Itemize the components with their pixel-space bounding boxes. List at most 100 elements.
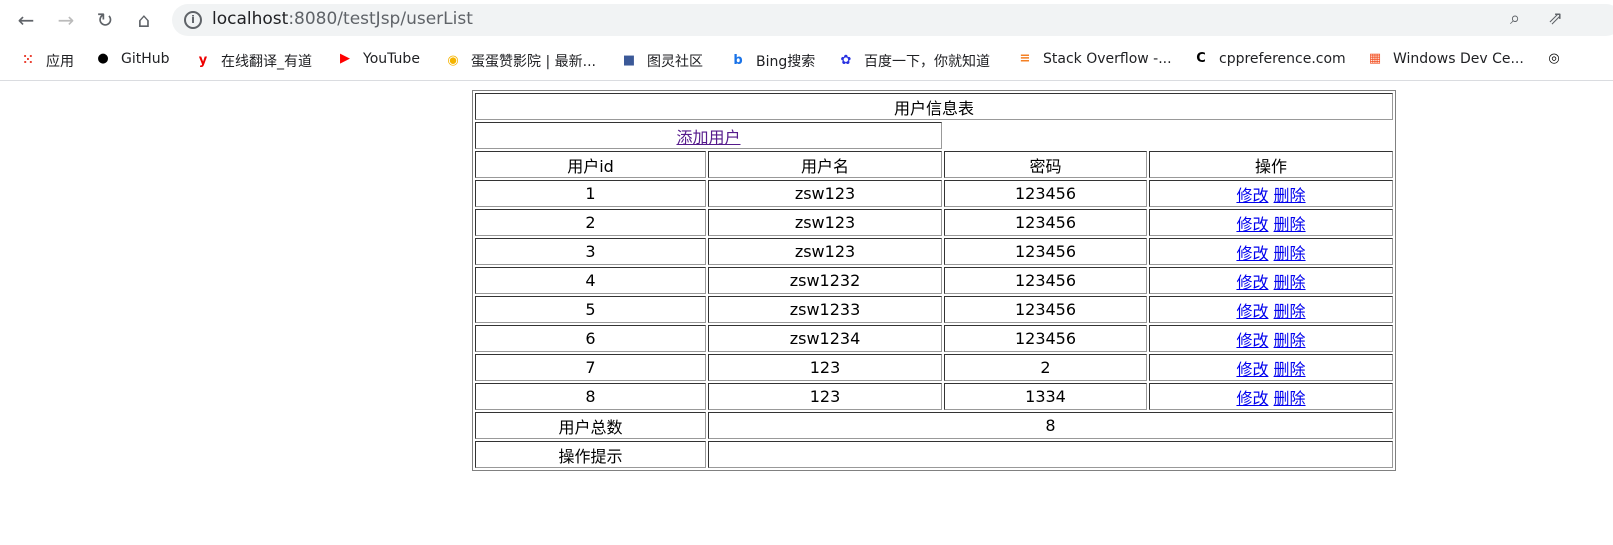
- bookmark-item[interactable]: ▦ Windows Dev Ce...: [1367, 51, 1524, 67]
- globe-icon: ◎: [1548, 51, 1560, 66]
- bookmark-label: 在线翻译_有道: [221, 54, 312, 70]
- youdao-icon: y: [198, 53, 208, 68]
- delete-link[interactable]: 删除: [1274, 331, 1306, 350]
- table-row: 7 123 2 修改 删除: [475, 354, 1393, 381]
- bookmark-item[interactable]: ● GitHub: [95, 51, 170, 67]
- delete-link[interactable]: 删除: [1274, 215, 1306, 234]
- apps-grid-icon: ⁙: [22, 53, 34, 68]
- back-icon[interactable]: ←: [14, 8, 38, 32]
- bookmark-item[interactable]: ⁙ 应用: [20, 51, 74, 71]
- bookmark-label: cppreference.com: [1219, 51, 1346, 67]
- edit-link[interactable]: 修改: [1236, 302, 1268, 321]
- delete-link[interactable]: 删除: [1274, 360, 1306, 379]
- delete-link[interactable]: 删除: [1274, 244, 1306, 263]
- header-password: 密码: [944, 151, 1147, 178]
- edit-link[interactable]: 修改: [1236, 331, 1268, 350]
- info-icon[interactable]: i: [184, 11, 202, 29]
- bookmark-label: 图灵社区: [647, 54, 703, 70]
- youtube-icon: ▶: [340, 51, 350, 66]
- baidu-icon: ✿: [840, 53, 852, 68]
- cell-id: 2: [475, 209, 706, 236]
- cell-id: 7: [475, 354, 706, 381]
- bookmark-item[interactable]: b Bing搜索: [730, 51, 815, 71]
- cell-actions: 修改 删除: [1149, 209, 1393, 236]
- cell-actions: 修改 删除: [1149, 383, 1393, 410]
- home-icon[interactable]: ⌂: [132, 8, 156, 32]
- edit-link[interactable]: 修改: [1236, 215, 1268, 234]
- cell-id: 1: [475, 180, 706, 207]
- egg-icon: ◉: [447, 53, 459, 68]
- delete-link[interactable]: 删除: [1274, 186, 1306, 205]
- edit-link[interactable]: 修改: [1236, 244, 1268, 263]
- tip-value: [708, 441, 1393, 468]
- table-title: 用户信息表: [475, 93, 1393, 120]
- total-label: 用户总数: [475, 412, 706, 439]
- bookmark-item[interactable]: ◎: [1546, 51, 1572, 67]
- cppreference-icon: C: [1196, 51, 1206, 66]
- edit-link[interactable]: 修改: [1236, 389, 1268, 408]
- cell-password: 123456: [944, 209, 1147, 236]
- bookmark-item[interactable]: ■ 图灵社区: [621, 51, 703, 71]
- reload-icon[interactable]: ↻: [93, 8, 117, 32]
- address-bar[interactable]: i localhost:8080/testJsp/userList: [172, 4, 1613, 36]
- cell-id: 5: [475, 296, 706, 323]
- cell-name: 123: [708, 383, 942, 410]
- zoom-icon[interactable]: ⌕: [1510, 8, 1520, 29]
- cell-id: 3: [475, 238, 706, 265]
- cell-password: 2: [944, 354, 1147, 381]
- user-info-table: 用户信息表 添加用户 用户id 用户名 密码 操作 1 zsw123 123456 修…: [472, 90, 1396, 471]
- cell-id: 6: [475, 325, 706, 352]
- turing-icon: ■: [622, 53, 636, 68]
- bookmark-item[interactable]: ✿ 百度一下，你就知道: [838, 51, 990, 71]
- bookmark-item[interactable]: Ccppreference.com: [1193, 51, 1346, 67]
- add-user-link[interactable]: 添加用户: [676, 128, 740, 147]
- bookmark-label: Windows Dev Ce...: [1393, 51, 1524, 67]
- cell-actions: 修改 删除: [1149, 354, 1393, 381]
- edit-link[interactable]: 修改: [1236, 360, 1268, 379]
- cell-name: zsw1234: [708, 325, 942, 352]
- cell-name: zsw123: [708, 180, 942, 207]
- cell-id: 4: [475, 267, 706, 294]
- header-actions: 操作: [1149, 151, 1393, 178]
- cell-password: 123456: [944, 238, 1147, 265]
- table-row: 4 zsw1232 123456 修改 删除: [475, 267, 1393, 294]
- cell-name: zsw1232: [708, 267, 942, 294]
- delete-link[interactable]: 删除: [1274, 389, 1306, 408]
- table-row: 3 zsw123 123456 修改 删除: [475, 238, 1393, 265]
- delete-link[interactable]: 删除: [1274, 302, 1306, 321]
- table-row: 1 zsw123 123456 修改 删除: [475, 180, 1393, 207]
- table-row: 8 123 1334 修改 删除: [475, 383, 1393, 410]
- total-value: 8: [708, 412, 1393, 439]
- edit-link[interactable]: 修改: [1236, 186, 1268, 205]
- bookmark-item[interactable]: y 在线翻译_有道: [195, 51, 312, 71]
- cell-actions: 修改 删除: [1149, 296, 1393, 323]
- bookmark-item[interactable]: ◉ 蛋蛋赞影院 | 最新...: [445, 51, 596, 71]
- cell-name: zsw1233: [708, 296, 942, 323]
- bookmark-label: Stack Overflow -...: [1043, 51, 1172, 67]
- bookmark-label: 百度一下，你就知道: [864, 54, 990, 70]
- windows-icon: ▦: [1368, 51, 1382, 66]
- url-text[interactable]: localhost:8080/testJsp/userList: [212, 9, 473, 29]
- bookmark-item[interactable]: ▶ YouTube: [337, 51, 420, 67]
- share-icon[interactable]: ⇗: [1548, 8, 1563, 29]
- cell-password: 123456: [944, 180, 1147, 207]
- cell-actions: 修改 删除: [1149, 267, 1393, 294]
- browser-toolbar: ← → ↻ ⌂ i localhost:8080/testJsp/userLis…: [0, 0, 1613, 40]
- cell-password: 123456: [944, 296, 1147, 323]
- delete-link[interactable]: 删除: [1274, 273, 1306, 292]
- cell-password: 123456: [944, 325, 1147, 352]
- cell-password: 123456: [944, 267, 1147, 294]
- header-name: 用户名: [708, 151, 942, 178]
- cell-password: 1334: [944, 383, 1147, 410]
- header-id: 用户id: [475, 151, 706, 178]
- edit-link[interactable]: 修改: [1236, 273, 1268, 292]
- cell-actions: 修改 删除: [1149, 238, 1393, 265]
- cell-actions: 修改 删除: [1149, 180, 1393, 207]
- bookmark-item[interactable]: ≡ Stack Overflow -...: [1017, 51, 1172, 67]
- forward-icon[interactable]: →: [54, 8, 78, 32]
- bookmark-label: Bing搜索: [756, 54, 816, 70]
- cell-name: zsw123: [708, 209, 942, 236]
- bookmark-label: YouTube: [363, 51, 420, 67]
- stackoverflow-icon: ≡: [1019, 51, 1031, 66]
- bookmark-label: GitHub: [121, 51, 170, 67]
